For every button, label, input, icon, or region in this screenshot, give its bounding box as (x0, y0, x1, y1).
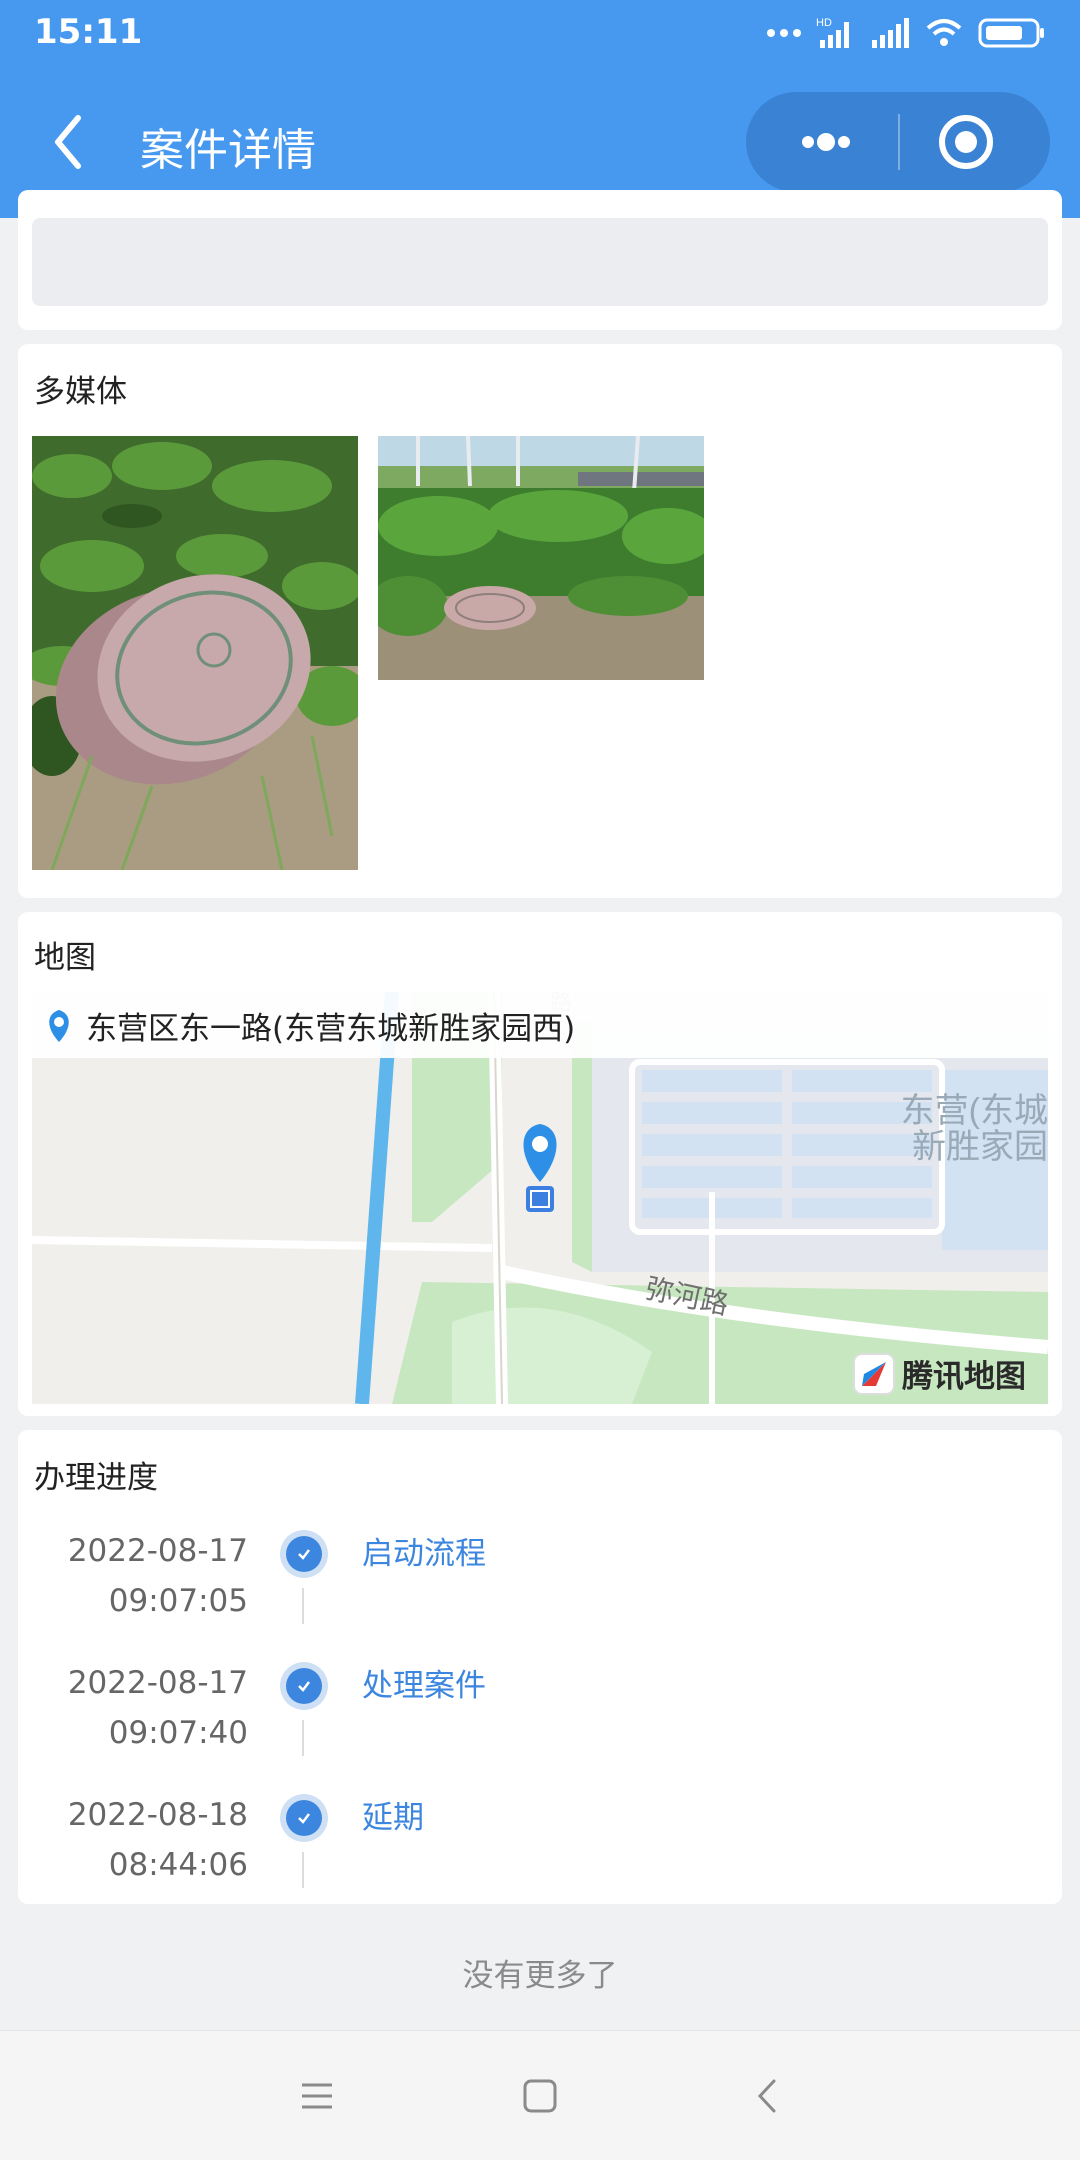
chevron-left-icon (55, 115, 81, 169)
map-view[interactable]: 弥河路 东营(东城 新胜家园 路 东营区东一路(东营东城新胜家园西) (32, 992, 1048, 1404)
menu-button[interactable] (292, 2071, 342, 2121)
map-logo: 腾讯地图 (852, 1351, 1026, 1396)
svg-text:HD: HD (816, 17, 832, 29)
mini-program-capsule (746, 92, 1050, 192)
system-back-button[interactable] (742, 2071, 792, 2121)
map-card: 地图 弥河路 东营(东城 新胜家园 东营区东一路(东营东城新胜家园西) 腾讯地图 (18, 912, 1062, 1416)
battery-icon (978, 18, 1044, 48)
step-datetime: 2022-08-17 09:07:40 (18, 1658, 248, 1758)
step-date: 2022-08-18 (67, 1797, 248, 1833)
more-button[interactable] (786, 112, 866, 172)
step-time: 09:07:40 (108, 1715, 248, 1751)
step-label[interactable]: 处理案件 (362, 1662, 486, 1710)
media-card: 多媒体 (18, 344, 1062, 898)
signal-hd-icon: HD (816, 17, 849, 48)
check-circle-icon (280, 1794, 328, 1842)
no-more-text: 没有更多了 (462, 1958, 618, 1994)
system-nav-bar (0, 2030, 1080, 2160)
map-logo-text: 腾讯地图 (902, 1359, 1026, 1395)
step-time: 08:44:06 (108, 1847, 248, 1883)
home-square-icon (523, 2079, 557, 2113)
previous-card (18, 190, 1062, 330)
close-button[interactable] (936, 112, 1016, 172)
tencent-map-icon (853, 1352, 895, 1395)
status-icons: HD (766, 16, 1046, 50)
back-button[interactable] (44, 110, 100, 174)
timeline-step: 2022-08-18 08:44:06 延期 (18, 1790, 1062, 1920)
step-label[interactable]: 延期 (362, 1794, 424, 1842)
target-icon (939, 115, 993, 169)
timeline-connector (302, 1588, 304, 1624)
step-label[interactable]: 启动流程 (362, 1530, 486, 1578)
menu-icon (302, 2083, 332, 2109)
area-label: 东营(东城 (901, 1092, 1048, 1130)
step-date: 2022-08-17 (67, 1533, 248, 1569)
roadside-photo (378, 436, 704, 680)
step-date: 2022-08-17 (67, 1665, 248, 1701)
more-dots-icon (802, 133, 850, 151)
map-title: 地图 (34, 940, 96, 976)
photo-thumbnail[interactable] (378, 436, 704, 680)
back-chevron-icon (757, 2079, 776, 2113)
check-circle-icon (280, 1530, 328, 1578)
step-datetime: 2022-08-17 09:07:05 (18, 1526, 248, 1626)
timeline-connector (302, 1720, 304, 1756)
progress-card: 办理进度 2022-08-17 09:07:05 启动流程 2022-08-17… (18, 1430, 1062, 1904)
progress-title: 办理进度 (34, 1460, 158, 1496)
manhole-photo (32, 436, 358, 870)
description-box (32, 218, 1048, 306)
step-time: 09:07:05 (108, 1583, 248, 1619)
status-time: 15:11 (34, 12, 143, 52)
timeline-step: 2022-08-17 09:07:05 启动流程 (18, 1526, 1062, 1656)
address-text: 东营区东一路(东营东城新胜家园西) (86, 1010, 576, 1047)
home-button[interactable] (515, 2071, 565, 2121)
timeline-step: 2022-08-17 09:07:40 处理案件 (18, 1658, 1062, 1788)
area-label: 新胜家园 (912, 1128, 1048, 1166)
wifi-icon (926, 19, 962, 46)
media-title: 多媒体 (34, 374, 127, 410)
status-bar: 15:11 HD (0, 0, 1080, 66)
page-title: 案件详情 (140, 125, 316, 176)
photo-thumbnail[interactable] (32, 436, 358, 870)
step-datetime: 2022-08-18 08:44:06 (18, 1790, 248, 1890)
location-pin-icon (32, 992, 86, 1058)
address-bar: 东营区东一路(东营东城新胜家园西) (32, 992, 1048, 1058)
timeline-connector (302, 1852, 304, 1888)
dots-icon (767, 29, 801, 37)
capsule-divider (898, 114, 900, 170)
check-circle-icon (280, 1662, 328, 1710)
signal-icon (872, 18, 909, 48)
